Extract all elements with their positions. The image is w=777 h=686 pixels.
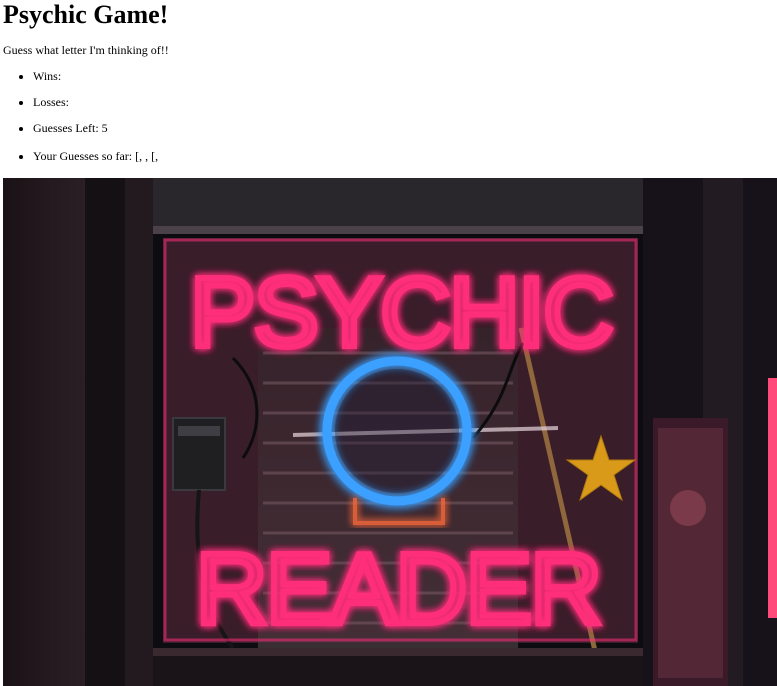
your-guesses-label: Your Guesses so far: [, , [, <box>33 149 159 163</box>
neon-reader-text: READER <box>196 533 601 645</box>
losses-label: Losses: <box>33 95 69 109</box>
guesses-left-item: Guesses Left: 5 <box>33 114 158 140</box>
wins-label: Wins: <box>33 69 62 83</box>
your-guesses-item: Your Guesses so far: [, , [, <box>33 140 158 166</box>
psychic-reader-neon-sign-image: PSYCHIC READER <box>3 178 777 686</box>
wins-item: Wins: <box>33 62 158 88</box>
page-subtitle: Guess what letter I'm thinking of!! <box>3 43 169 57</box>
page-title: Psychic Game! <box>3 0 169 29</box>
guesses-left-label: Guesses Left: 5 <box>33 121 108 135</box>
neon-psychic-text: PSYCHIC <box>190 257 612 367</box>
stats-list: Wins: Losses: Guesses Left: 5 Your Guess… <box>3 62 158 166</box>
losses-item: Losses: <box>33 88 158 114</box>
